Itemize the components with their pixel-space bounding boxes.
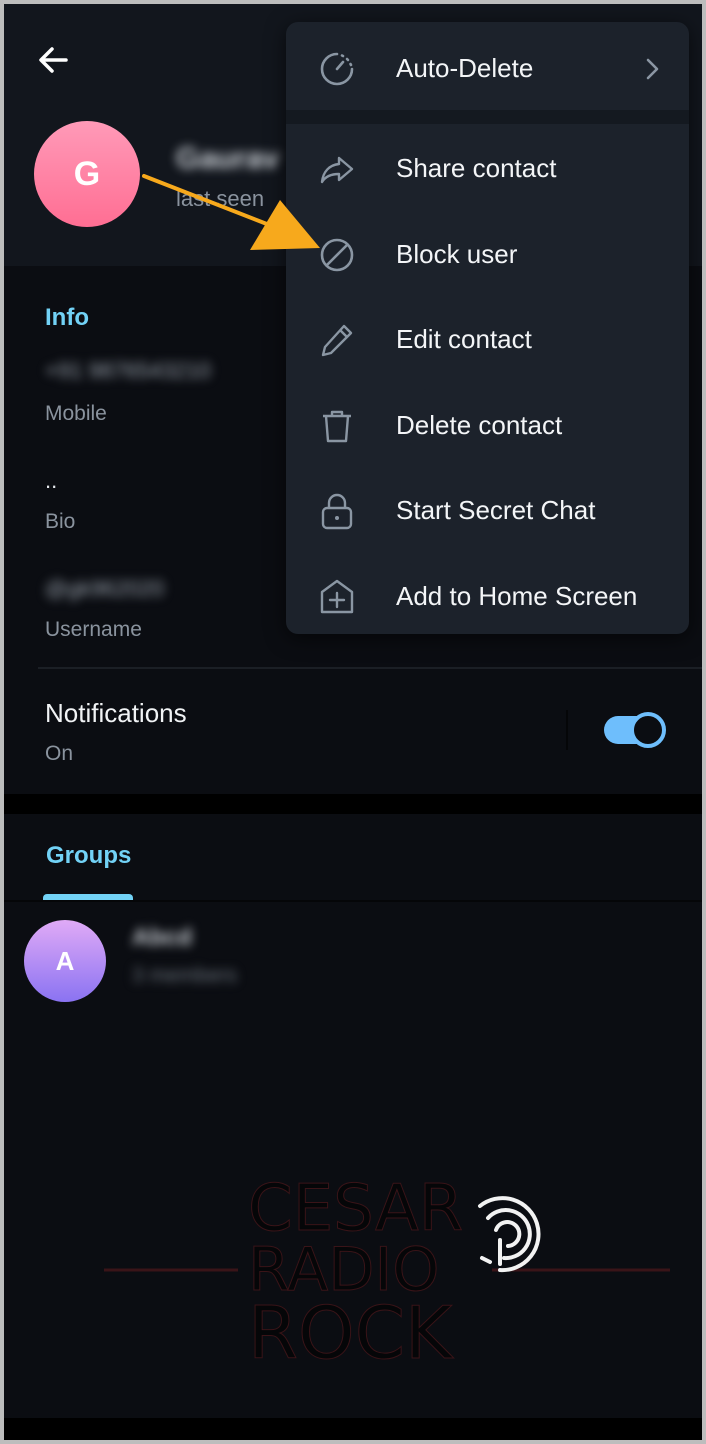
bio-value[interactable]: .. — [45, 468, 57, 494]
timer-icon — [320, 52, 354, 86]
mobile-label: Mobile — [45, 402, 107, 425]
menu-item-label: Block user — [396, 238, 518, 269]
contact-name: Gaurav — [176, 142, 280, 175]
notifications-separator — [566, 710, 568, 750]
contact-avatar[interactable]: G — [34, 121, 140, 227]
block-icon — [320, 238, 354, 272]
overflow-menu: Auto-Delete Share contact Block user Edi… — [286, 22, 689, 634]
tab-bar-divider — [4, 900, 702, 902]
notifications-toggle[interactable] — [604, 712, 666, 748]
group-avatar: A — [24, 920, 106, 1002]
back-button[interactable] — [34, 40, 74, 80]
menu-item-auto-delete[interactable]: Auto-Delete — [286, 26, 689, 110]
group-name: Abcd — [132, 924, 192, 951]
menu-item-share-contact[interactable]: Share contact — [286, 126, 689, 210]
username-label: Username — [45, 618, 142, 641]
pencil-icon — [321, 324, 353, 357]
menu-separator — [286, 110, 689, 124]
mobile-value[interactable]: +91 9876543210 — [45, 358, 211, 384]
section-divider — [38, 667, 702, 669]
menu-item-delete-contact[interactable]: Delete contact — [286, 383, 689, 467]
share-icon — [320, 156, 354, 184]
info-title: Info — [45, 304, 89, 331]
lock-icon — [321, 493, 353, 530]
bottom-bar — [4, 1418, 702, 1440]
username-value[interactable]: @gk962020 — [45, 576, 164, 602]
last-seen-status: last seen — [176, 186, 265, 211]
contact-profile-screen: G Gaurav last seen Info +91 9876543210 M… — [4, 4, 702, 1440]
group-members-count: 3 members — [132, 964, 238, 987]
chevron-right-icon — [646, 58, 659, 80]
menu-item-label: Start Secret Chat — [396, 494, 596, 525]
menu-item-edit-contact[interactable]: Edit contact — [286, 297, 689, 381]
menu-item-label: Auto-Delete — [396, 52, 534, 83]
menu-item-label: Share contact — [396, 152, 557, 183]
menu-item-label: Add to Home Screen — [396, 580, 638, 611]
menu-item-label: Edit contact — [396, 323, 532, 354]
menu-item-start-secret-chat[interactable]: Start Secret Chat — [286, 468, 689, 552]
trash-icon — [323, 410, 351, 443]
bio-label: Bio — [45, 510, 76, 533]
group-list-item[interactable]: A Abcd 3 members — [4, 914, 702, 1004]
tab-groups[interactable]: Groups — [42, 834, 135, 878]
add-home-icon — [320, 579, 354, 614]
groups-section: Groups A Abcd 3 members — [4, 814, 702, 1414]
menu-item-block-user[interactable]: Block user — [286, 212, 689, 296]
notifications-status: On — [45, 742, 74, 765]
toggle-knob — [630, 712, 666, 748]
arrow-left-icon — [39, 47, 68, 73]
menu-item-add-to-home-screen[interactable]: Add to Home Screen — [286, 554, 689, 634]
section-gap — [4, 794, 702, 814]
menu-item-label: Delete contact — [396, 409, 563, 440]
notifications-title[interactable]: Notifications — [45, 698, 187, 729]
